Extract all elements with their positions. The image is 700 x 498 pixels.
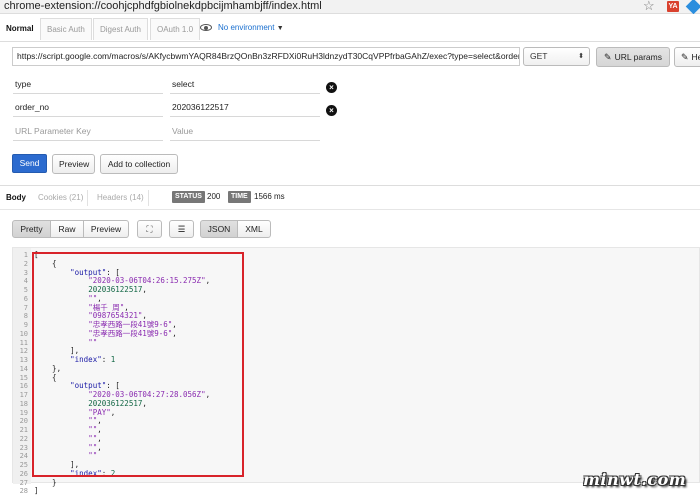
param-key-field[interactable]: type: [13, 74, 163, 94]
fullscreen-button[interactable]: ⛶: [137, 220, 162, 238]
environment-selector[interactable]: No environment ▼: [218, 20, 284, 37]
line-number: 25: [19, 461, 28, 469]
format-json-button[interactable]: JSON: [200, 220, 238, 238]
line-number: 27: [19, 478, 28, 487]
highlight-box: [32, 252, 244, 477]
format-xml-button[interactable]: XML: [237, 220, 271, 238]
line-number: 17: [19, 391, 28, 399]
line-number: 13: [19, 356, 28, 364]
param-value-field[interactable]: select: [170, 74, 320, 94]
line-number: 26: [19, 469, 28, 478]
url-params-button[interactable]: ✎ URL params: [596, 47, 670, 67]
line-number: 7: [23, 303, 28, 312]
headers-button[interactable]: ✎He: [674, 47, 700, 67]
line-number: 11: [19, 338, 28, 347]
tab-divider: [0, 209, 700, 210]
time-label: TIME: [228, 191, 251, 203]
bookmark-star-icon[interactable]: ☆: [643, 0, 655, 14]
extension-icon[interactable]: YA: [667, 1, 679, 12]
status-label: STATUS: [172, 191, 205, 203]
line-number: 15: [19, 373, 28, 382]
watermark-text: minwt.com: [583, 470, 687, 489]
tab-headers[interactable]: Headers (14): [93, 190, 149, 206]
eye-icon[interactable]: [200, 24, 212, 31]
tab-cookies[interactable]: Cookies (21): [34, 190, 89, 206]
preview-button[interactable]: Preview: [52, 154, 95, 174]
view-raw-button[interactable]: Raw: [50, 220, 84, 238]
view-pretty-button[interactable]: Pretty: [12, 220, 51, 238]
remove-param-icon[interactable]: ×: [326, 105, 337, 116]
address-url[interactable]: chrome-extension://coohjcphdfgbiolnekdpb…: [4, 0, 322, 13]
line-number: 8: [23, 312, 28, 321]
address-bar[interactable]: chrome-extension://coohjcphdfgbiolnekdpb…: [0, 0, 700, 15]
new-param-value-input[interactable]: Value: [170, 121, 320, 141]
line-number: 14: [19, 364, 28, 373]
line-number: 1: [23, 251, 28, 259]
tab-normal[interactable]: Normal: [0, 18, 40, 40]
line-number: 4: [23, 277, 28, 286]
watermark: minwt.com: [583, 470, 695, 492]
line-number: 9: [23, 321, 28, 329]
line-number: 24: [19, 452, 28, 461]
line-number: 12: [19, 347, 28, 356]
edit-icon: ✎: [604, 52, 612, 62]
line-number: 20: [19, 417, 28, 426]
wrap-button[interactable]: ☰: [169, 220, 194, 238]
new-param-key-input[interactable]: URL Parameter Key: [13, 121, 163, 141]
line-number: 18: [19, 399, 28, 408]
line-number: 6: [23, 294, 28, 303]
line-number: 10: [19, 329, 28, 338]
tab-body[interactable]: Body: [2, 190, 30, 206]
line-number: 22: [19, 434, 28, 443]
line-number: 2: [23, 259, 28, 268]
add-to-collection-button[interactable]: Add to collection: [100, 154, 178, 174]
section-divider: [0, 185, 700, 186]
line-number: 21: [19, 426, 28, 434]
line-number: 5: [23, 286, 28, 294]
edit-icon: ✎: [681, 52, 689, 62]
extension-icon-2[interactable]: [685, 0, 700, 15]
line-number: 23: [19, 443, 28, 452]
send-button[interactable]: Send: [12, 154, 47, 173]
fullscreen-icon: ⛶: [146, 224, 153, 234]
line-number: 16: [19, 382, 28, 391]
status-code: 200: [207, 192, 221, 201]
method-select[interactable]: GET ⬍: [523, 47, 590, 66]
param-key-field[interactable]: order_no: [13, 97, 163, 117]
caret-down-icon: ▼: [276, 25, 284, 32]
method-value: GET: [530, 51, 548, 61]
tab-oauth[interactable]: OAuth 1.0: [150, 18, 201, 40]
line-number: 19: [19, 408, 28, 417]
wrap-lines-icon: ☰: [177, 224, 186, 234]
line-number: 28: [19, 487, 28, 496]
line-number: 3: [23, 268, 28, 277]
code-line: ]: [34, 486, 39, 496]
auth-tab-bar: Normal Basic Auth Digest Auth OAuth 1.0 …: [0, 14, 700, 42]
tab-digest-auth[interactable]: Digest Auth: [93, 18, 148, 40]
param-value-field[interactable]: 202036122517: [170, 97, 320, 117]
response-time: 1566 ms: [254, 192, 285, 201]
select-arrows-icon: ⬍: [578, 53, 584, 60]
remove-param-icon[interactable]: ×: [326, 82, 337, 93]
tab-basic-auth[interactable]: Basic Auth: [40, 18, 92, 40]
view-preview-button[interactable]: Preview: [83, 220, 129, 238]
request-url-input[interactable]: https://script.google.com/macros/s/AKfyc…: [12, 47, 520, 66]
